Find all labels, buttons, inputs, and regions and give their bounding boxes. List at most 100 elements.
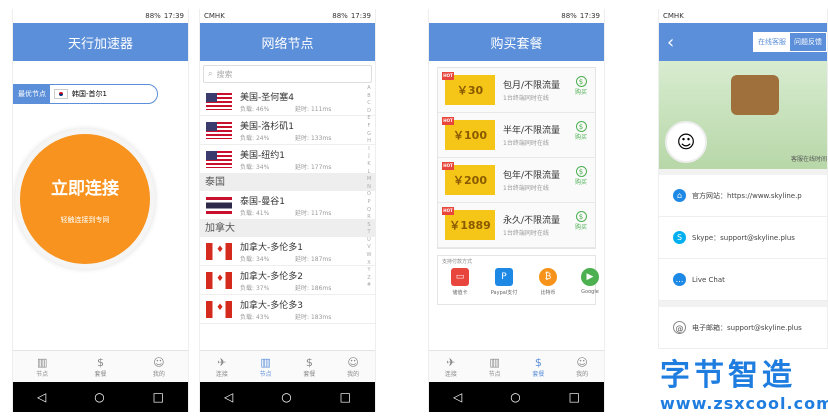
nav-nodes[interactable]: ▥ 节点 xyxy=(489,356,501,378)
nav-nodes[interactable]: ▥ 节点 xyxy=(36,356,48,378)
plan-row: HOT ￥ 1889 永久/不限流量 1台终端同时在线 $ 购买 xyxy=(438,203,595,248)
index-letter[interactable]: L xyxy=(365,169,373,177)
plan-info: 包月/不限流量 1台终端同时在线 xyxy=(503,78,560,102)
connect-button[interactable]: 立即连接 轻触连接到专网 xyxy=(15,129,155,269)
index-letter[interactable]: J xyxy=(365,153,373,161)
index-letter[interactable]: O xyxy=(365,191,373,199)
support-banner: ☺ 客服在线时间 xyxy=(659,61,827,169)
pay-card[interactable]: ▭ 储值卡 xyxy=(442,268,478,296)
buy-button[interactable]: $ 购买 xyxy=(573,76,589,96)
email-row[interactable]: @ 电子邮箱：support@skyline.plus xyxy=(659,307,827,349)
node-row[interactable]: 美国-洛杉矶1 负载: 24% 延时: 133ms xyxy=(200,116,375,145)
index-letter[interactable]: T xyxy=(365,229,373,237)
nav-profile[interactable]: ☺ 我的 xyxy=(576,356,588,378)
home-icon[interactable]: ○ xyxy=(510,390,520,404)
index-letter[interactable]: Y xyxy=(365,267,373,275)
node-latency: 延时: 117ms xyxy=(295,210,332,217)
nav-profile[interactable]: ☺ 我的 xyxy=(347,356,359,378)
nav-plans[interactable]: $ 套餐 xyxy=(303,356,315,378)
node-load: 负载: 34% xyxy=(240,164,270,171)
price-tag: HOT ￥ 200 xyxy=(442,162,495,195)
node-row[interactable]: 加拿大-多伦多1 负载: 34% 延时: 187ms xyxy=(200,237,375,266)
tab-online-support[interactable]: 在线客服 xyxy=(754,33,790,51)
plan-row: HOT ￥ 200 包年/不限流量 1台终端同时在线 $ 购买 xyxy=(438,158,595,203)
node-row[interactable]: 美国-纽约1 负载: 34% 延时: 177ms xyxy=(200,145,375,174)
index-letter[interactable]: S xyxy=(365,222,373,230)
nav-plans[interactable]: $ 套餐 xyxy=(94,356,106,378)
node-row[interactable]: 泰国-曼谷1 负载: 41% 延时: 117ms xyxy=(200,191,375,220)
index-letter[interactable]: X xyxy=(365,260,373,268)
index-letter[interactable]: V xyxy=(365,244,373,252)
livechat-row[interactable]: … Live Chat xyxy=(659,259,827,301)
bottom-nav: ✈ 连接 ▥ 节点 $ 套餐 ☺ 我的 xyxy=(429,350,604,382)
plan-info: 包年/不限流量 1台终端同时在线 xyxy=(503,168,560,192)
buy-button[interactable]: $ 购买 xyxy=(573,121,589,141)
skype-row[interactable]: S Skype：support@skyline.plus xyxy=(659,217,827,259)
index-letter[interactable]: C xyxy=(365,100,373,108)
node-latency: 延时: 111ms xyxy=(295,106,332,113)
node-row[interactable]: 加拿大-多伦多2 负载: 37% 延时: 186ms xyxy=(200,266,375,295)
index-letter[interactable]: # xyxy=(365,282,373,290)
index-letter[interactable]: H xyxy=(365,138,373,146)
node-load: 负载: 24% xyxy=(240,135,270,142)
index-letter[interactable]: N xyxy=(365,184,373,192)
search-input[interactable]: ⌕ 搜索 xyxy=(203,65,372,83)
payment-title: 支持付款方式 xyxy=(442,259,473,265)
status-bar: CMHK xyxy=(659,9,827,23)
index-letter[interactable]: W xyxy=(365,252,373,260)
recents-icon[interactable]: □ xyxy=(569,390,580,404)
nav-connect[interactable]: ✈ 连接 xyxy=(445,356,457,378)
node-row[interactable]: 美国-圣何塞4 负载: 46% 延时: 111ms xyxy=(200,87,375,116)
index-letter[interactable]: G xyxy=(365,131,373,139)
home-icon[interactable]: ○ xyxy=(281,390,291,404)
dollar-icon: $ xyxy=(575,121,587,132)
status-bar: 88% 17:39 xyxy=(13,9,188,23)
index-letter[interactable]: U xyxy=(365,237,373,245)
tab-feedback[interactable]: 问题反馈 xyxy=(790,33,826,51)
index-letter[interactable]: P xyxy=(365,199,373,207)
back-icon[interactable]: ◁ xyxy=(453,390,462,404)
nav-plans[interactable]: $ 套餐 xyxy=(532,356,544,378)
index-letter[interactable]: R xyxy=(365,214,373,222)
index-letter[interactable]: M xyxy=(365,176,373,184)
nav-profile[interactable]: ☺ 我的 xyxy=(153,356,165,378)
index-letter[interactable]: B xyxy=(365,93,373,101)
index-letter[interactable]: K xyxy=(365,161,373,169)
pay-google[interactable]: ▶ Google xyxy=(572,268,604,295)
index-letter[interactable]: Z xyxy=(365,275,373,283)
index-letter[interactable]: F xyxy=(365,123,373,131)
plan-desc: 1台终端同时在线 xyxy=(503,230,549,237)
hot-badge: HOT xyxy=(442,117,454,125)
pay-paypal[interactable]: P Paypal支付 xyxy=(486,268,522,296)
nav-nodes[interactable]: ▥ 节点 xyxy=(260,356,272,378)
home-icon[interactable]: ○ xyxy=(94,390,104,404)
node-load: 负载: 34% xyxy=(240,256,270,263)
phone-screen-support: CMHK ‹ 在线客服 问题反馈 ☺ 客服在线时间 ⌂ 官方网站：https://… xyxy=(658,9,828,349)
user-icon: ☺ xyxy=(347,355,359,369)
buy-button[interactable]: $ 购买 xyxy=(573,211,589,231)
node-row[interactable]: 加拿大-多伦多3 负载: 43% 延时: 183ms xyxy=(200,295,375,324)
index-letter[interactable]: D xyxy=(365,108,373,116)
phone-screen-home: 88% 17:39 天行加速器 最优节点 韩国-首尔1 立即连接 轻触连接到专网 … xyxy=(12,9,189,412)
node-selector[interactable]: 最优节点 韩国-首尔1 xyxy=(13,84,158,104)
pay-bitcoin[interactable]: ₿ 比特币 xyxy=(530,268,566,296)
back-arrow-icon[interactable]: ‹ xyxy=(667,32,674,53)
recents-icon[interactable]: □ xyxy=(153,390,164,404)
website-row[interactable]: ⌂ 官方网站：https://www.skyline.p xyxy=(659,175,827,217)
bitcoin-icon: ₿ xyxy=(539,268,557,286)
group-header: 加拿大 xyxy=(200,220,375,237)
chat-bubble-icon: … xyxy=(673,273,686,286)
index-letter[interactable]: Q xyxy=(365,207,373,215)
nav-connect[interactable]: ✈ 连接 xyxy=(216,356,228,378)
node-latency: 延时: 187ms xyxy=(295,256,332,263)
recents-icon[interactable]: □ xyxy=(340,390,351,404)
alphabet-index[interactable]: A B C D E F G H I J K L M N O P Q R S T U V W X Y Z # xyxy=(365,85,373,290)
dollar-icon: $ xyxy=(575,211,587,222)
us-flag-icon xyxy=(206,151,232,168)
index-letter[interactable]: E xyxy=(365,115,373,123)
back-icon[interactable]: ◁ xyxy=(224,390,233,404)
index-letter[interactable]: A xyxy=(365,85,373,93)
back-icon[interactable]: ◁ xyxy=(37,390,46,404)
index-letter[interactable]: I xyxy=(365,146,373,154)
buy-button[interactable]: $ 购买 xyxy=(573,166,589,186)
